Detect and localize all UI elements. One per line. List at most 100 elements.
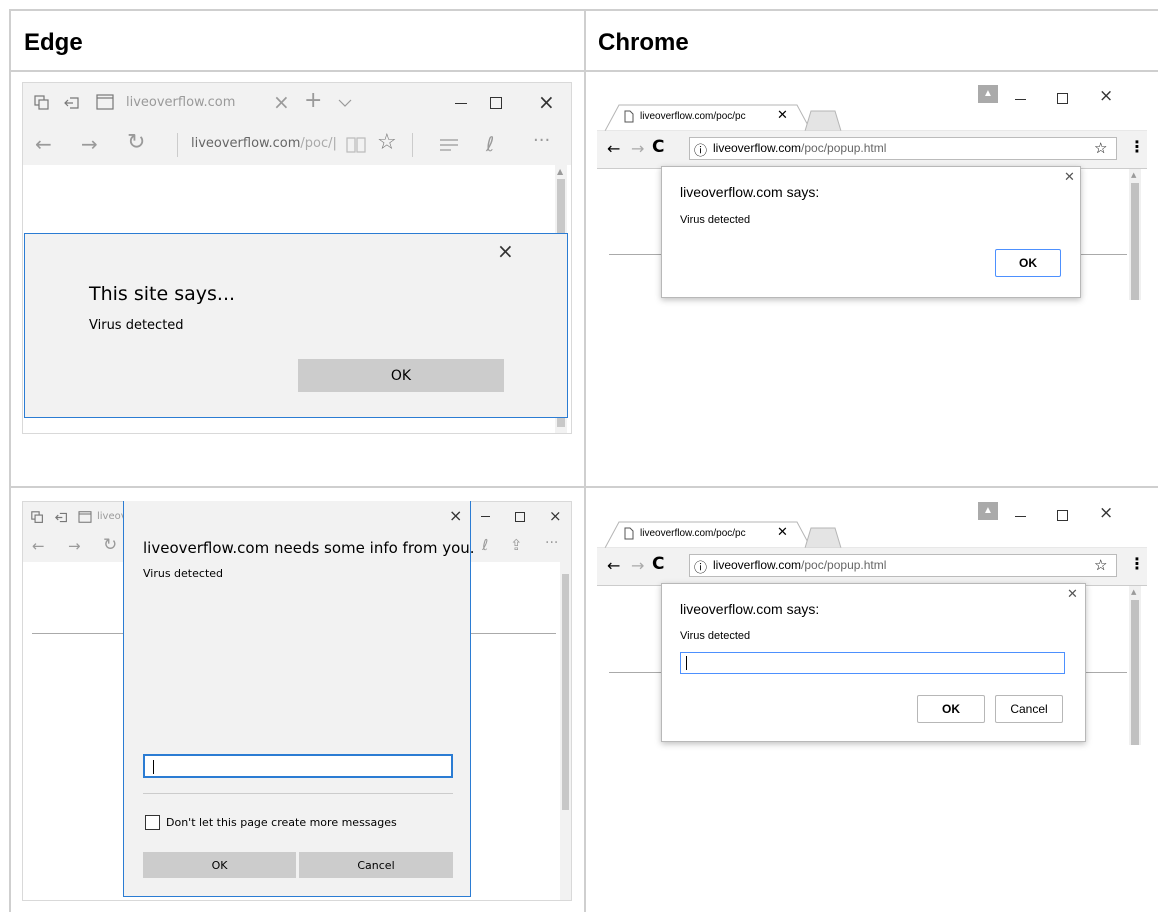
refresh-icon[interactable]: ↻ [103,535,117,555]
edge-tab-bar: liveoverflow.com × + × [23,83,571,125]
new-tab-icon[interactable]: + [304,88,322,113]
chrome-prompt-cancel-button[interactable]: Cancel [995,695,1063,723]
favorite-star-icon[interactable]: ☆ [377,130,397,155]
close-tab-icon[interactable]: × [273,90,290,114]
chrome-toolbar: ← → C ⓘ liveoverflow.com/poc/popup.html … [597,548,1147,586]
edge-prompt-ok-button[interactable]: OK [143,852,296,878]
minimize-icon[interactable] [455,103,467,104]
chrome-window-close-icon[interactable]: × [1099,86,1113,106]
grid-line-center [584,9,586,912]
edge-prompt-checkbox-label[interactable]: Don't let this page create more messages [166,816,397,829]
chrome-scrollbar-thumb[interactable] [1131,600,1139,745]
dialog-close-icon[interactable]: × [497,239,514,263]
scrollbar-thumb[interactable] [562,574,569,810]
chrome-prompt-dialog: ✕ liveoverflow.com says: Virus detected … [661,583,1086,742]
more-actions-icon[interactable]: ··· [545,535,558,551]
dialog-close-icon[interactable]: × [449,506,462,525]
chrome-omnibox[interactable]: ⓘ liveoverflow.com/poc/popup.html ☆ [689,137,1117,160]
chrome-dialog-close-icon[interactable]: ✕ [1067,587,1078,602]
chrome-minimize-icon[interactable] [1015,99,1026,100]
chrome-minimize-icon[interactable] [1015,516,1026,517]
header-edge: Edge [24,29,83,56]
chrome-tab-title[interactable]: liveoverflow.com/poc/pc [640,111,746,122]
edge-prompt-checkbox[interactable] [145,815,160,830]
chrome-omnibox[interactable]: ⓘ liveoverflow.com/poc/popup.html ☆ [689,554,1117,577]
chrome-tab-shape [597,521,1147,548]
tab-page-icon [96,94,114,110]
chrome-window-close-icon[interactable]: × [1099,503,1113,523]
back-arrow-icon[interactable]: ← [35,132,52,156]
chrome-tab-close-icon[interactable]: ✕ [777,108,788,123]
tab-list-chevron-icon[interactable] [338,98,352,108]
reading-view-icon[interactable] [346,137,366,153]
share-icon[interactable]: ⇪ [510,536,523,554]
bookmark-star-icon[interactable]: ☆ [1094,556,1107,574]
chrome-address: liveoverflow.com/poc/popup.html [713,141,886,155]
forward-arrow-icon[interactable]: → [68,537,81,555]
chrome-scroll-up-icon[interactable]: ▲ [1131,171,1136,179]
toolbar-divider [412,133,413,157]
maximize-icon[interactable] [490,97,502,109]
chrome-back-icon[interactable]: ← [607,556,620,575]
info-icon[interactable]: ⓘ [694,140,707,159]
chrome-alert-message: Virus detected [680,214,751,226]
edge-alert-dialog: × This site says... Virus detected OK [24,233,568,418]
edge-prompt-input[interactable] [143,754,453,778]
edge-address[interactable]: liveoverflow.com/poc/| [191,136,337,151]
chrome-prompt-input[interactable] [680,652,1065,674]
edge-prompt-message: Virus detected [143,567,224,580]
chrome-menu-icon[interactable]: ⋮ [1129,137,1145,156]
profile-avatar[interactable]: ▲ [978,85,998,103]
info-icon[interactable]: ⓘ [694,557,707,576]
chrome-address: liveoverflow.com/poc/popup.html [713,558,886,572]
header-chrome: Chrome [598,29,689,56]
chrome-maximize-icon[interactable] [1057,93,1068,104]
window-close-icon[interactable]: × [549,507,562,525]
more-actions-icon[interactable]: ··· [533,130,550,151]
chrome-maximize-icon[interactable] [1057,510,1068,521]
chrome-reload-icon[interactable]: C [652,137,664,157]
chrome-dialog-close-icon[interactable]: ✕ [1064,170,1075,185]
chrome-reload-icon[interactable]: C [652,554,664,574]
grid-line-left [9,9,11,912]
set-aside-tabs-icon[interactable] [55,511,68,524]
back-arrow-icon[interactable]: ← [32,537,45,555]
chrome-prompt-message: Virus detected [680,630,751,642]
scroll-up-arrow-icon[interactable]: ▲ [557,167,563,176]
chrome-tab-shape [597,104,1147,131]
edge-tab-title[interactable]: liveoverflow.com [126,95,235,110]
chrome-back-icon[interactable]: ← [607,139,620,158]
chrome-tab-title[interactable]: liveoverflow.com/poc/pc [640,528,746,539]
chrome-forward-icon[interactable]: → [631,556,644,575]
chrome-scrollbar-thumb[interactable] [1131,183,1139,300]
set-aside-tabs-icon[interactable] [64,95,80,111]
chrome-alert-ok-button[interactable]: OK [995,249,1061,277]
forward-arrow-icon[interactable]: → [81,132,98,156]
dialog-divider [143,793,453,794]
text-cursor [686,656,687,670]
bookmark-star-icon[interactable]: ☆ [1094,139,1107,157]
refresh-icon[interactable]: ↻ [127,130,145,155]
chrome-tab-close-icon[interactable]: ✕ [777,525,788,540]
chrome-prompt-title: liveoverflow.com says: [680,601,820,617]
web-note-icon[interactable]: ℓ [486,132,494,156]
chrome-prompt-ok-button[interactable]: OK [917,695,985,723]
edge-prompt-cancel-button[interactable]: Cancel [299,852,453,878]
chrome-address-domain: liveoverflow.com [713,558,802,572]
edge-alert-title: This site says... [89,283,236,305]
hub-icon[interactable] [439,138,459,152]
chrome-scroll-up-icon[interactable]: ▲ [1131,588,1136,596]
chrome-address-domain: liveoverflow.com [713,141,802,155]
chrome-menu-icon[interactable]: ⋮ [1129,554,1145,573]
tab-preview-icon[interactable] [34,95,50,111]
profile-avatar[interactable]: ▲ [978,502,998,520]
maximize-icon[interactable] [515,512,525,522]
edge-alert-ok-button[interactable]: OK [298,359,504,392]
chrome-forward-icon[interactable]: → [631,139,644,158]
tab-preview-icon[interactable] [31,511,44,524]
chrome-tab-page-icon [624,110,634,123]
window-close-icon[interactable]: × [538,90,555,114]
web-note-icon[interactable]: ℓ [482,536,488,554]
edge-nav-bar: ← → ↻ liveoverflow.com/poc/| ☆ ℓ ··· [23,125,571,165]
minimize-icon[interactable] [481,516,490,517]
